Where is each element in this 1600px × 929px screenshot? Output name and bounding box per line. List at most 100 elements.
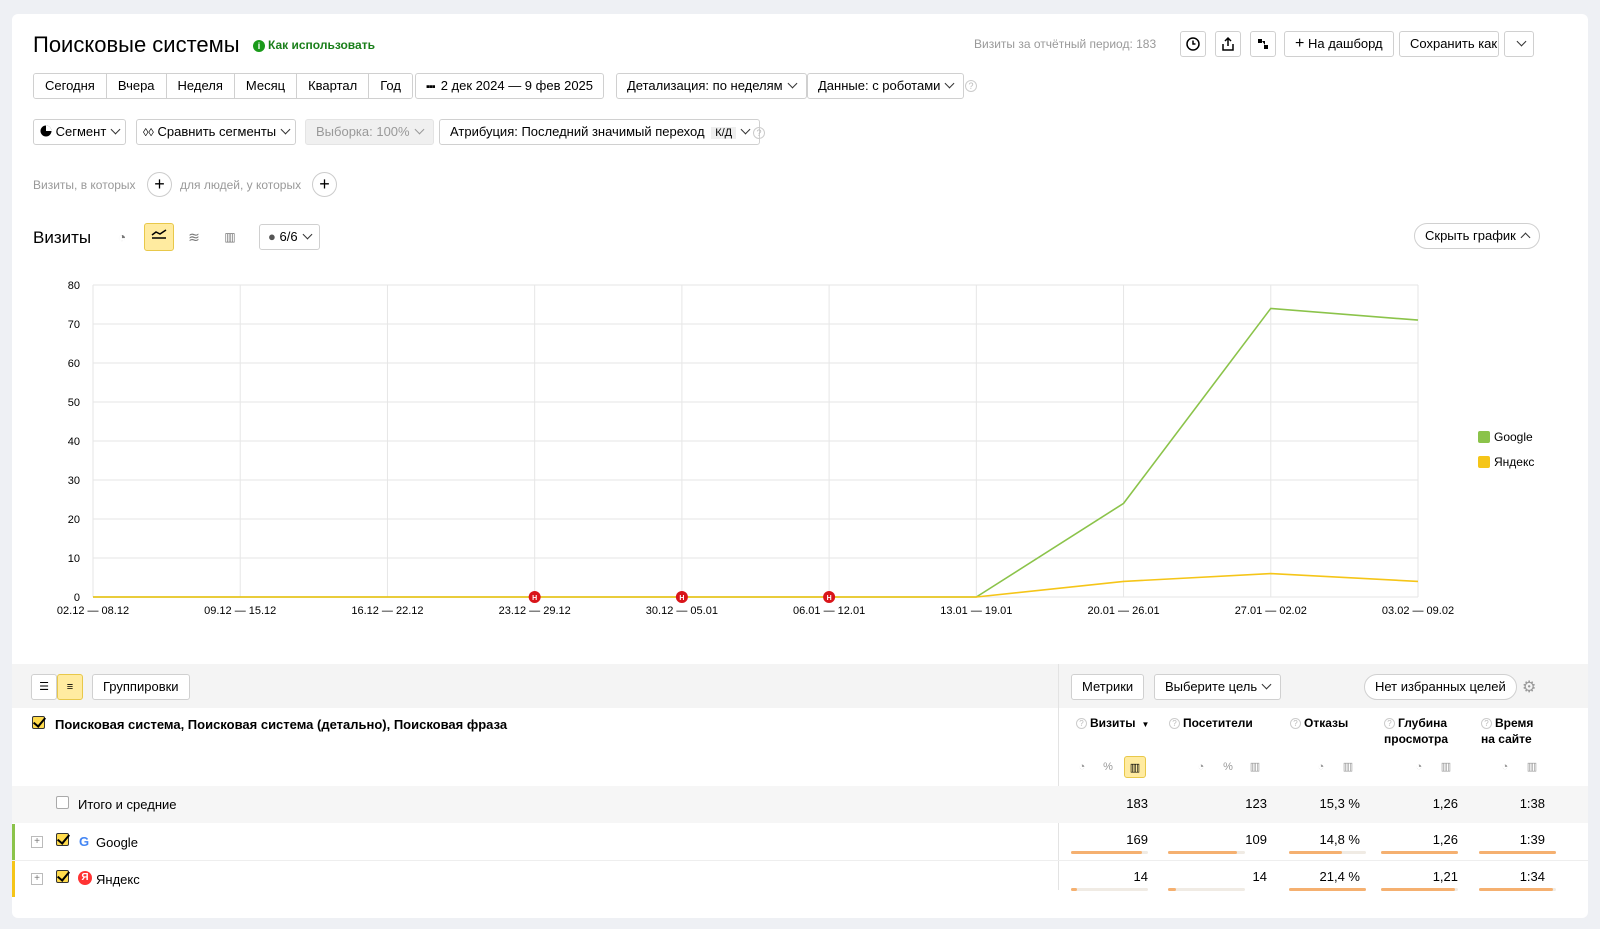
divider <box>1058 664 1059 890</box>
help-icon[interactable]: ? <box>1481 718 1492 729</box>
x-tick-label: 30.12 — 05.01 <box>646 605 718 617</box>
x-tick-label: 16.12 — 22.12 <box>351 605 423 617</box>
column-header-text: Визиты <box>1090 716 1136 730</box>
help-icon[interactable]: ? <box>1384 718 1395 729</box>
column-header-text: на сайте <box>1481 732 1532 746</box>
metrics-button[interactable]: Метрики <box>1071 674 1145 700</box>
holiday-marker-label: Н <box>827 595 832 602</box>
percent-view-icon[interactable]: % <box>1217 756 1239 778</box>
dimension-checkbox[interactable] <box>32 716 45 729</box>
y-tick-label: 80 <box>68 280 80 292</box>
legend-yandex-swatch <box>1478 456 1490 468</box>
row-bar-fill <box>1479 888 1553 891</box>
row-value: 14 <box>1252 869 1267 884</box>
row-value: 169 <box>1126 832 1148 847</box>
column-header-3[interactable]: ? Глубина просмотра <box>1384 715 1448 747</box>
x-tick-label: 13.01 — 19.01 <box>940 605 1012 617</box>
row-bar-fill <box>1168 851 1237 854</box>
holiday-marker-label: Н <box>679 595 684 602</box>
totals-value: 183 <box>1126 796 1148 811</box>
column-header-2[interactable]: ? Отказы <box>1290 715 1348 731</box>
table-toolbar <box>12 664 1588 708</box>
pie-view-icon[interactable]: ◔ <box>1071 756 1093 778</box>
row-value: 14,8 % <box>1319 832 1360 847</box>
series-line-google <box>93 307 1419 598</box>
totals-checkbox[interactable] <box>56 796 69 809</box>
column-header-text: просмотра <box>1384 732 1449 746</box>
row-value: 1,21 <box>1432 869 1458 884</box>
help-icon[interactable]: ? <box>1169 718 1180 729</box>
bar-view-icon[interactable]: ▥ <box>1337 756 1359 778</box>
legend-google-swatch <box>1478 431 1490 443</box>
column-header-text: Отказы <box>1304 716 1349 730</box>
report-card: Поисковые системы i Как использовать Визи… <box>12 14 1588 918</box>
legend-google[interactable]: Google <box>1478 430 1533 444</box>
row-bar-fill <box>1289 888 1366 891</box>
y-tick-label: 40 <box>68 436 80 448</box>
row-bar-fill <box>1071 888 1077 891</box>
y-tick-label: 70 <box>68 319 80 331</box>
sort-desc-icon: ▼ <box>1141 720 1150 729</box>
x-tick-label: 06.01 — 12.01 <box>793 605 865 617</box>
google-logo-icon: G <box>79 834 90 849</box>
no-fav-goals-button[interactable]: Нет избранных целей <box>1364 674 1517 700</box>
choose-goal-dropdown[interactable]: Выберите цель <box>1154 674 1282 700</box>
pie-view-icon[interactable]: ◔ <box>1310 756 1332 778</box>
gear-icon[interactable]: ⚙ <box>1522 677 1536 697</box>
pie-view-icon[interactable]: ◔ <box>1494 756 1516 778</box>
y-tick-label: 0 <box>74 592 80 604</box>
x-tick-label: 02.12 — 08.12 <box>57 605 129 617</box>
dimension-header: Поисковая система, Поисковая система (де… <box>55 717 508 732</box>
column-header-0[interactable]: ? Визиты ▼ <box>1076 715 1149 733</box>
row-value: 21,4 % <box>1319 869 1360 884</box>
list-view-icon[interactable]: ☰ <box>31 674 57 700</box>
totals-value: 123 <box>1245 796 1267 811</box>
expand-yandex-icon[interactable]: + <box>31 873 43 885</box>
y-tick-label: 50 <box>68 397 80 409</box>
row-bar-fill <box>1381 888 1455 891</box>
row-value: 14 <box>1133 869 1148 884</box>
holiday-marker-label: Н <box>532 595 537 602</box>
row-bar-fill <box>1289 851 1342 854</box>
yandex-checkbox[interactable] <box>56 870 69 883</box>
expand-google-icon[interactable]: + <box>31 836 43 848</box>
y-tick-label: 60 <box>68 358 80 370</box>
google-row-label[interactable]: Google <box>96 835 138 850</box>
column-header-text: Посетители <box>1183 716 1253 730</box>
pie-view-icon[interactable]: ◔ <box>1190 756 1212 778</box>
column-header-text: Время <box>1495 716 1534 730</box>
groupings-button[interactable]: Группировки <box>92 674 190 700</box>
google-row-stripe <box>12 824 15 860</box>
pie-view-icon[interactable]: ◔ <box>1408 756 1430 778</box>
bar-view-icon[interactable]: ▥ <box>1124 756 1146 778</box>
totals-value: 1,26 <box>1432 796 1458 811</box>
x-tick-label: 20.01 — 26.01 <box>1087 605 1159 617</box>
column-header-1[interactable]: ? Посетители <box>1169 715 1253 731</box>
bar-view-icon[interactable]: ▥ <box>1521 756 1543 778</box>
row-bar-fill <box>1479 851 1556 854</box>
totals-value: 15,3 % <box>1319 796 1360 811</box>
bar-view-icon[interactable]: ▥ <box>1244 756 1266 778</box>
google-checkbox[interactable] <box>56 833 69 846</box>
percent-view-icon[interactable]: % <box>1097 756 1119 778</box>
yandex-row-label[interactable]: Яндекс <box>96 872 140 887</box>
column-header-4[interactable]: ? Время на сайте <box>1481 715 1533 747</box>
help-icon[interactable]: ? <box>1290 718 1301 729</box>
chevron-down-icon <box>1261 679 1272 690</box>
row-divider <box>12 860 1588 861</box>
row-bar-track <box>1168 888 1245 891</box>
bar-view-icon[interactable]: ▥ <box>1435 756 1457 778</box>
x-tick-label: 27.01 — 02.02 <box>1235 605 1307 617</box>
column-header-text: Глубина <box>1398 716 1448 730</box>
row-bar-fill <box>1168 888 1176 891</box>
totals-label: Итого и средние <box>78 797 177 812</box>
x-tick-label: 03.02 — 09.02 <box>1382 605 1454 617</box>
row-value: 1,26 <box>1432 832 1458 847</box>
legend-yandex[interactable]: Яндекс <box>1478 455 1534 469</box>
y-tick-label: 10 <box>68 553 80 565</box>
row-bar-fill <box>1071 851 1142 854</box>
series-line-yandex <box>93 572 1419 598</box>
x-tick-label: 09.12 — 15.12 <box>204 605 276 617</box>
tree-view-icon[interactable]: ≡ <box>57 674 83 700</box>
help-icon[interactable]: ? <box>1076 718 1087 729</box>
